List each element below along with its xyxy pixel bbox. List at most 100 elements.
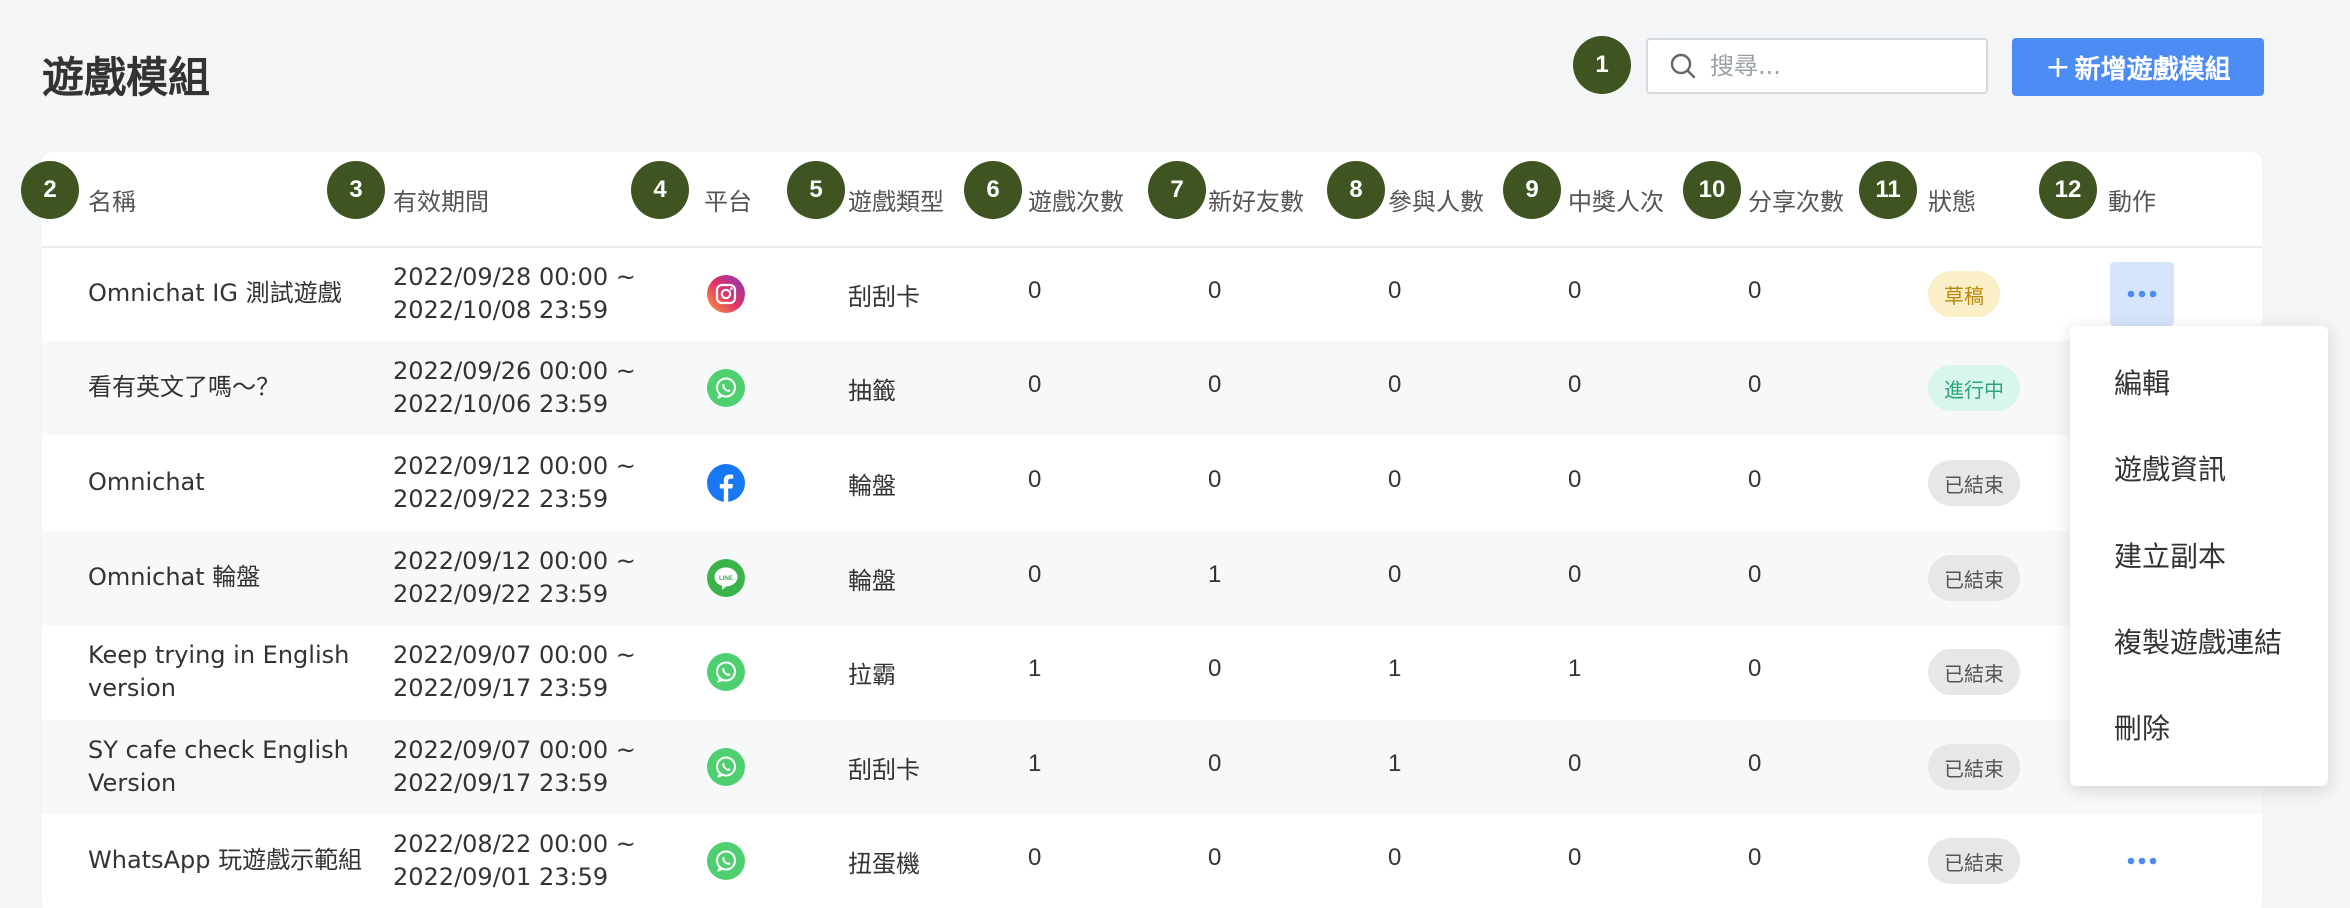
shares-cell: 0 — [1748, 655, 1762, 682]
facebook-icon — [706, 463, 746, 503]
participants-cell: 1 — [1388, 750, 1402, 777]
table-row[interactable]: 看有英文了嗎～？ 2022/09/26 00:00 ~ 2022/10/06 23:… — [42, 341, 2262, 435]
winners-cell: 0 — [1568, 750, 1582, 777]
search-input[interactable] — [1708, 51, 1962, 81]
marker-5: 5 — [787, 161, 845, 219]
participants-cell: 0 — [1388, 466, 1402, 493]
column-header-game-type[interactable]: 遊戲類型 — [848, 182, 944, 217]
column-header-status[interactable]: 狀態 — [1928, 182, 1976, 217]
game-name-cell[interactable]: Omnichat — [88, 466, 388, 499]
game-module-page: 遊戲模組 1 + 新增遊戲模組 名稱 有效期間 平台 遊戲類型 遊戲次數 新好友… — [0, 0, 2350, 908]
marker-11: 11 — [1859, 161, 1917, 219]
game-name-cell[interactable]: Keep trying in English version — [88, 639, 388, 705]
action-dropdown-menu: 編輯 遊戲資訊 建立副本 複製遊戲連結 刪除 — [2070, 326, 2328, 786]
game-name-cell[interactable]: Omnichat IG 測試遊戲 — [88, 277, 388, 310]
game-name-line-2: version — [88, 674, 176, 702]
validity-period-cell: 2022/09/07 00:00 ~ 2022/09/17 23:59 — [393, 639, 636, 705]
validity-period-cell: 2022/09/12 00:00 ~ 2022/09/22 23:59 — [393, 545, 636, 611]
new-friends-cell: 0 — [1208, 277, 1222, 304]
marker-8: 8 — [1327, 161, 1385, 219]
column-header-period[interactable]: 有效期間 — [393, 182, 489, 217]
whatsapp-icon — [706, 841, 746, 881]
period-start: 2022/08/22 00:00 ~ — [393, 830, 636, 858]
period-end: 2022/09/01 23:59 — [393, 863, 609, 891]
column-header-new-friends[interactable]: 新好友數 — [1208, 182, 1304, 217]
validity-period-cell: 2022/09/07 00:00 ~ 2022/09/17 23:59 — [393, 734, 636, 800]
game-name-cell[interactable]: WhatsApp 玩遊戲示範組 — [88, 844, 388, 877]
new-friends-cell: 0 — [1208, 371, 1222, 398]
game-type-cell: 輪盤 — [848, 472, 896, 500]
period-start: 2022/09/26 00:00 ~ — [393, 357, 636, 385]
new-friends-cell: 0 — [1208, 750, 1222, 777]
participants-cell: 0 — [1388, 277, 1402, 304]
play-count-cell: 0 — [1028, 371, 1042, 398]
whatsapp-icon — [706, 368, 746, 408]
game-name-cell[interactable]: Omnichat 輪盤 — [88, 561, 388, 594]
new-friends-cell: 0 — [1208, 466, 1222, 493]
marker-4: 4 — [631, 161, 689, 219]
participants-cell: 0 — [1388, 844, 1402, 871]
game-type-cell: 刮刮卡 — [848, 283, 920, 311]
play-count-cell: 1 — [1028, 750, 1042, 777]
game-name-cell[interactable]: SY cafe check English Version — [88, 734, 388, 800]
play-count-cell: 0 — [1028, 466, 1042, 493]
table-row[interactable]: Omnichat 2022/09/12 00:00 ~ 2022/09/22 23:… — [42, 436, 2262, 530]
status-badge: 已結束 — [1928, 555, 2020, 601]
column-header-winners[interactable]: 中獎人次 — [1568, 182, 1664, 217]
period-end: 2022/09/22 23:59 — [393, 485, 609, 513]
game-type-cell: 輪盤 — [848, 567, 896, 595]
column-header-participants[interactable]: 參與人數 — [1388, 182, 1484, 217]
instagram-icon — [706, 274, 746, 314]
period-end: 2022/10/06 23:59 — [393, 390, 609, 418]
menu-item-edit[interactable]: 編輯 — [2114, 362, 2170, 402]
whatsapp-icon — [706, 747, 746, 787]
play-count-cell: 0 — [1028, 844, 1042, 871]
shares-cell: 0 — [1748, 277, 1762, 304]
column-header-name[interactable]: 名稱 — [88, 182, 136, 217]
column-header-platform[interactable]: 平台 — [704, 182, 752, 217]
table-row[interactable]: Omnichat IG 測試遊戲 2022/09/28 00:00 ~ 2022/1… — [42, 247, 2262, 341]
participants-cell: 0 — [1388, 371, 1402, 398]
column-header-shares[interactable]: 分享次數 — [1748, 182, 1844, 217]
menu-item-duplicate[interactable]: 建立副本 — [2114, 535, 2226, 575]
more-dots-icon — [2127, 857, 2157, 865]
period-end: 2022/09/17 23:59 — [393, 674, 609, 702]
marker-10: 10 — [1683, 161, 1741, 219]
table-row[interactable]: WhatsApp 玩遊戲示範組 2022/08/22 00:00 ~ 2022/09… — [42, 814, 2262, 908]
winners-cell: 0 — [1568, 277, 1582, 304]
table-row[interactable]: Keep trying in English version 2022/09/07 … — [42, 625, 2262, 719]
menu-item-game-info[interactable]: 遊戲資訊 — [2114, 448, 2226, 488]
new-friends-cell: 0 — [1208, 655, 1222, 682]
validity-period-cell: 2022/09/28 00:00 ~ 2022/10/08 23:59 — [393, 261, 636, 327]
marker-12: 12 — [2039, 161, 2097, 219]
column-header-play-count[interactable]: 遊戲次數 — [1028, 182, 1124, 217]
add-game-module-button[interactable]: + 新增遊戲模組 — [2012, 38, 2264, 96]
period-end: 2022/09/22 23:59 — [393, 580, 609, 608]
play-count-cell: 1 — [1028, 655, 1042, 682]
menu-item-copy-game-link[interactable]: 複製遊戲連結 — [2114, 621, 2282, 661]
more-actions-button[interactable] — [2110, 262, 2174, 326]
add-game-module-label: 新增遊戲模組 — [2074, 54, 2231, 85]
menu-item-delete[interactable]: 刪除 — [2114, 707, 2170, 747]
validity-period-cell: 2022/08/22 00:00 ~ 2022/09/01 23:59 — [393, 828, 636, 894]
winners-cell: 1 — [1568, 655, 1582, 682]
game-name-cell[interactable]: 看有英文了嗎～？ — [88, 371, 388, 404]
more-actions-button[interactable] — [2110, 829, 2174, 893]
table-row[interactable]: SY cafe check English Version 2022/09/07 0… — [42, 720, 2262, 814]
play-count-cell: 0 — [1028, 277, 1042, 304]
game-name-line-2: Version — [88, 769, 177, 797]
marker-1: 1 — [1573, 36, 1631, 94]
search-box[interactable] — [1646, 38, 1988, 94]
winners-cell: 0 — [1568, 371, 1582, 398]
table-row[interactable]: Omnichat 輪盤 2022/09/12 00:00 ~ 2022/09/22 … — [42, 531, 2262, 625]
game-name-line-1: Keep trying in English — [88, 641, 350, 669]
marker-3: 3 — [327, 161, 385, 219]
play-count-cell: 0 — [1028, 561, 1042, 588]
period-start: 2022/09/12 00:00 ~ — [393, 547, 636, 575]
marker-6: 6 — [964, 161, 1022, 219]
period-start: 2022/09/07 00:00 ~ — [393, 641, 636, 669]
shares-cell: 0 — [1748, 466, 1762, 493]
whatsapp-icon — [706, 652, 746, 692]
winners-cell: 0 — [1568, 561, 1582, 588]
game-type-cell: 拉霸 — [848, 661, 896, 689]
